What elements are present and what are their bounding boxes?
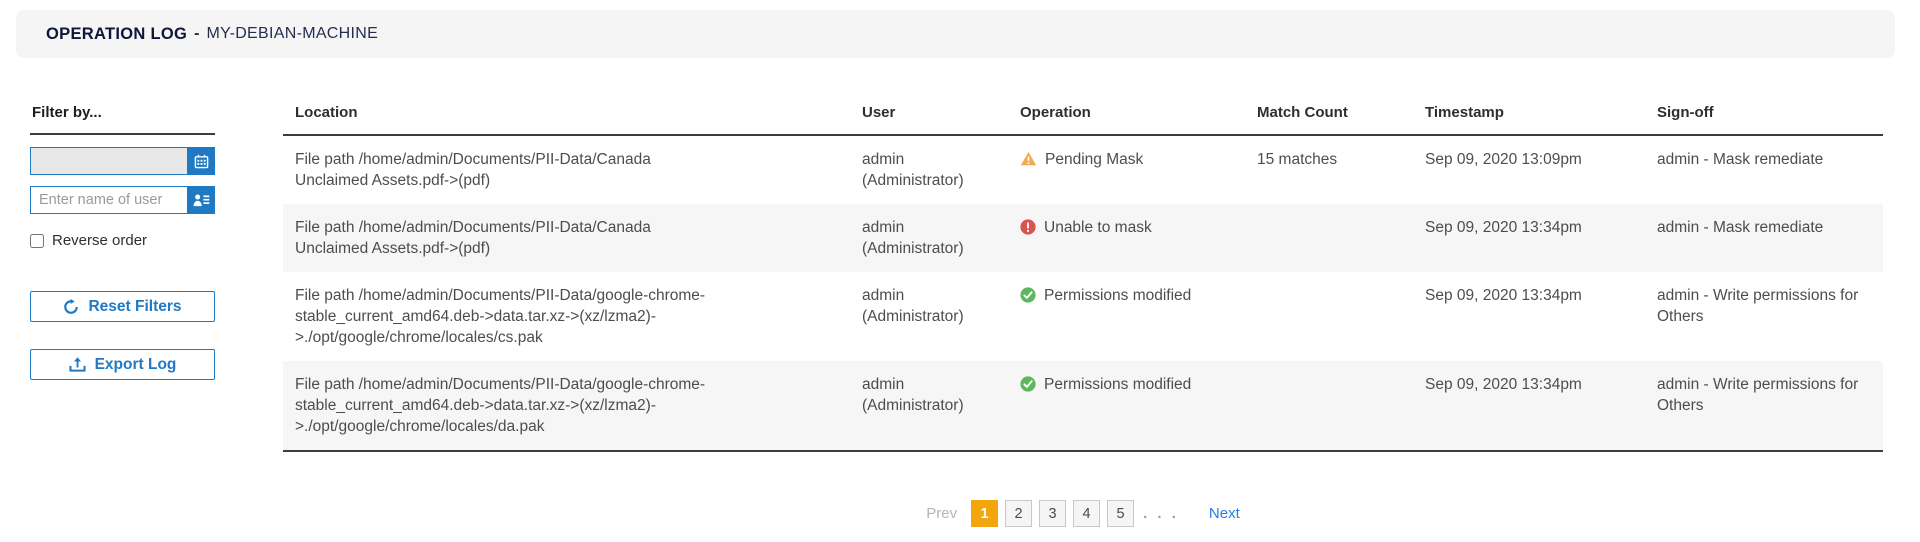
cell-user: admin (Administrator) (862, 149, 1000, 191)
operation-label: Unable to mask (1044, 217, 1152, 238)
cell-location: File path /home/admin/Documents/PII-Data… (295, 285, 722, 348)
column-header-location: Location (295, 104, 722, 122)
cell-timestamp: Sep 09, 2020 13:34pm (1425, 374, 1647, 437)
date-filter-input[interactable] (30, 147, 187, 175)
cell-match-count (1257, 217, 1415, 259)
operation-label: Permissions modified (1044, 374, 1191, 395)
pagination-ellipsis: . . . (1143, 505, 1179, 522)
column-header-match-count: Match Count (1257, 104, 1415, 122)
warning-icon (1020, 151, 1037, 166)
cell-operation: Unable to mask (1020, 217, 1247, 259)
user-picker-button[interactable] (187, 186, 215, 214)
export-log-button[interactable]: Export Log (30, 349, 215, 380)
page-button-3[interactable]: 3 (1039, 500, 1066, 527)
reset-filters-label: Reset Filters (88, 298, 181, 316)
cell-timestamp: Sep 09, 2020 13:34pm (1425, 217, 1647, 259)
reverse-order-option[interactable]: Reverse order (30, 232, 215, 249)
prev-button[interactable]: Prev (926, 505, 957, 522)
export-log-label: Export Log (95, 356, 177, 374)
column-header-operation: Operation (1020, 104, 1247, 122)
filter-heading: Filter by... (30, 96, 215, 135)
next-button[interactable]: Next (1209, 505, 1240, 522)
page-button-4[interactable]: 4 (1073, 500, 1100, 527)
reverse-order-checkbox[interactable] (30, 234, 44, 248)
table-body: File path /home/admin/Documents/PII-Data… (283, 136, 1883, 452)
table-row: File path /home/admin/Documents/PII-Data… (283, 272, 1883, 361)
filter-sidebar: Filter by... Reverse order (30, 96, 215, 380)
cell-match-count: 15 matches (1257, 149, 1415, 191)
page-header: OPERATION LOG - MY-DEBIAN-MACHINE (16, 10, 1895, 58)
user-filter-input[interactable] (30, 186, 187, 214)
cell-location: File path /home/admin/Documents/PII-Data… (295, 149, 722, 191)
cell-sign-off: admin - Write permissions for Others (1657, 374, 1869, 437)
pagination-pages: 12345 (971, 500, 1134, 527)
cell-sign-off: admin - Write permissions for Others (1657, 285, 1869, 348)
date-filter-group (30, 147, 215, 175)
cell-match-count (1257, 285, 1415, 348)
export-upload-icon (69, 357, 86, 372)
cell-operation: Permissions modified (1020, 285, 1247, 348)
cell-match-count (1257, 374, 1415, 437)
page-title: OPERATION LOG (46, 25, 187, 44)
success-icon (1020, 376, 1036, 392)
calendar-icon (194, 154, 209, 169)
error-icon (1020, 219, 1036, 235)
cell-user: admin (Administrator) (862, 374, 1000, 437)
date-picker-button[interactable] (187, 147, 215, 175)
cell-location: File path /home/admin/Documents/PII-Data… (295, 374, 722, 437)
operation-log-page: OPERATION LOG - MY-DEBIAN-MACHINE Filter… (0, 0, 1920, 542)
cell-sign-off: admin - Mask remediate (1657, 217, 1869, 259)
table-row: File path /home/admin/Documents/PII-Data… (283, 361, 1883, 450)
title-separator: - (194, 25, 199, 43)
log-table-section: Location User Operation Match Count Time… (283, 96, 1883, 527)
cell-sign-off: admin - Mask remediate (1657, 149, 1869, 191)
column-header-sign-off: Sign-off (1657, 104, 1869, 122)
user-list-icon (193, 193, 210, 207)
refresh-icon (63, 299, 79, 315)
cell-operation: Pending Mask (1020, 149, 1247, 191)
cell-timestamp: Sep 09, 2020 13:09pm (1425, 149, 1647, 191)
pagination: Prev 12345 . . . Next (283, 500, 1883, 527)
reset-filters-button[interactable]: Reset Filters (30, 291, 215, 322)
page-button-2[interactable]: 2 (1005, 500, 1032, 527)
success-icon (1020, 287, 1036, 303)
table-row: File path /home/admin/Documents/PII-Data… (283, 136, 1883, 204)
cell-location: File path /home/admin/Documents/PII-Data… (295, 217, 722, 259)
user-filter-group (30, 186, 215, 214)
table-header-row: Location User Operation Match Count Time… (283, 96, 1883, 136)
table-row: File path /home/admin/Documents/PII-Data… (283, 204, 1883, 272)
operation-label: Pending Mask (1045, 149, 1143, 170)
column-header-timestamp: Timestamp (1425, 104, 1647, 122)
cell-user: admin (Administrator) (862, 285, 1000, 348)
operation-label: Permissions modified (1044, 285, 1191, 306)
reverse-order-label: Reverse order (52, 232, 147, 249)
column-header-user: User (862, 104, 1000, 122)
cell-user: admin (Administrator) (862, 217, 1000, 259)
machine-name: MY-DEBIAN-MACHINE (206, 25, 378, 43)
cell-operation: Permissions modified (1020, 374, 1247, 437)
page-button-1[interactable]: 1 (971, 500, 998, 527)
page-button-5[interactable]: 5 (1107, 500, 1134, 527)
cell-timestamp: Sep 09, 2020 13:34pm (1425, 285, 1647, 348)
